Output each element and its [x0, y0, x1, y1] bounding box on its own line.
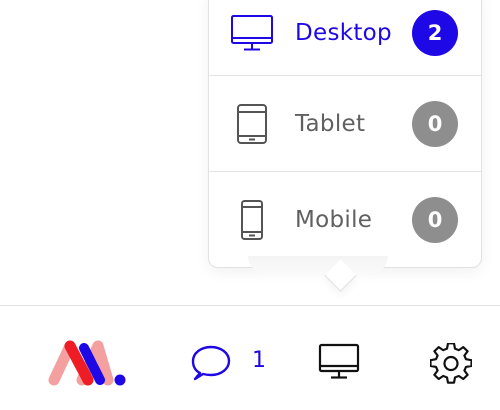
- device-label-tablet: Tablet: [295, 111, 366, 137]
- device-popover: Desktop 2 Tablet 0 Mobile 0: [208, 0, 482, 268]
- device-switcher-button[interactable]: [316, 342, 362, 386]
- device-item-tablet[interactable]: Tablet 0: [209, 76, 481, 172]
- chat-bubble-icon: [190, 344, 234, 382]
- device-label-desktop: Desktop: [295, 19, 392, 46]
- mobile-icon: [229, 197, 275, 243]
- bottom-tabbar: 1: [0, 306, 500, 410]
- device-count-badge-desktop: 2: [412, 9, 458, 56]
- device-item-mobile[interactable]: Mobile 0: [209, 172, 481, 268]
- desktop-icon: [316, 343, 362, 386]
- comments-count: 1: [252, 348, 266, 373]
- desktop-icon: [229, 10, 275, 56]
- popover-arrow-shadow: [248, 256, 388, 274]
- comments-button[interactable]: 1: [190, 340, 280, 386]
- brand-logo[interactable]: [44, 336, 128, 388]
- gear-icon: [429, 342, 473, 389]
- device-item-desktop[interactable]: Desktop 2: [209, 0, 481, 76]
- device-count-badge-tablet: 0: [412, 101, 458, 147]
- settings-button[interactable]: [429, 342, 473, 385]
- device-label-mobile: Mobile: [295, 207, 373, 233]
- device-count-badge-mobile: 0: [412, 197, 458, 243]
- tablet-icon: [229, 101, 275, 147]
